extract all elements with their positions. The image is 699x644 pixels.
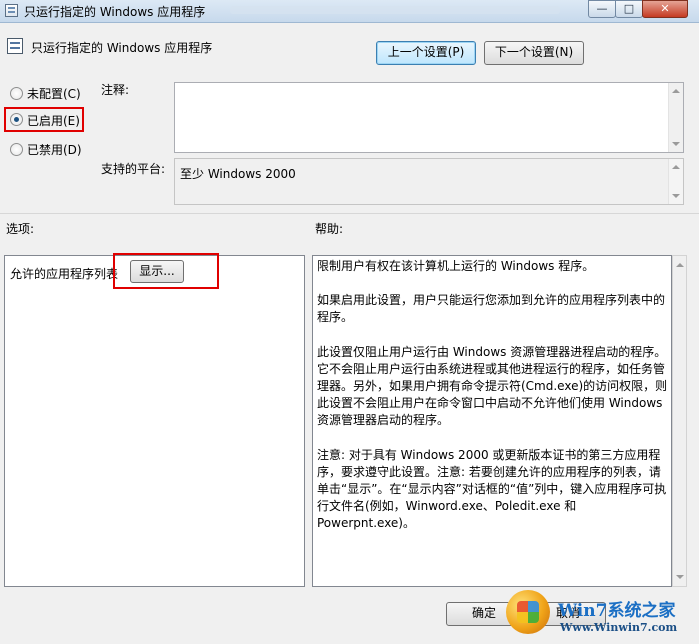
watermark-brand: Win7系统之家 bbox=[558, 601, 676, 621]
help-paragraph: 注意: 对于具有 Windows 2000 或更新版本证书的第三方应用程序，要求… bbox=[317, 447, 667, 531]
platform-scrollbar[interactable] bbox=[668, 159, 683, 204]
windows-logo-icon bbox=[506, 590, 550, 634]
comment-label: 注释: bbox=[101, 83, 130, 97]
next-setting-button[interactable]: 下一个设置(N) bbox=[484, 41, 584, 65]
scroll-down-arrow-icon[interactable] bbox=[672, 194, 680, 198]
scroll-up-arrow-icon[interactable] bbox=[672, 89, 680, 93]
watermark-site: Www.Winwin7.com bbox=[560, 621, 678, 634]
platform-label: 支持的平台: bbox=[101, 162, 166, 176]
scroll-up-arrow-icon[interactable] bbox=[676, 263, 684, 267]
help-paragraph: 如果启用此设置，用户只能运行您添加到允许的应用程序列表中的程序。 bbox=[317, 293, 666, 325]
radio-not-configured[interactable] bbox=[10, 87, 23, 100]
radio-disabled[interactable] bbox=[10, 143, 23, 156]
maximize-button[interactable]: □ bbox=[615, 0, 643, 18]
previous-setting-button[interactable]: 上一个设置(P) bbox=[376, 41, 476, 65]
comment-scrollbar[interactable] bbox=[668, 83, 683, 152]
help-text: 限制用户有权在该计算机上运行的 Windows 程序。 如果启用此设置，用户只能… bbox=[317, 258, 669, 550]
show-button[interactable]: 显示... bbox=[130, 260, 184, 283]
titlebar-background-blur bbox=[230, 6, 560, 14]
radio-enabled-label[interactable]: 已启用(E) bbox=[27, 112, 80, 129]
section-divider bbox=[0, 213, 699, 214]
options-panel bbox=[4, 255, 305, 587]
minimize-button[interactable]: — bbox=[588, 0, 616, 18]
radio-disabled-label[interactable]: 已禁用(D) bbox=[27, 141, 82, 158]
policy-name: 只运行指定的 Windows 应用程序 bbox=[31, 41, 213, 55]
platform-value: 至少 Windows 2000 bbox=[180, 167, 296, 181]
platform-field: 至少 Windows 2000 bbox=[174, 158, 684, 205]
site-watermark: Win7系统之家 Www.Winwin7.com bbox=[506, 590, 696, 638]
help-scrollbar[interactable] bbox=[672, 255, 687, 587]
help-section-label: 帮助: bbox=[315, 222, 344, 236]
scroll-down-arrow-icon[interactable] bbox=[676, 575, 684, 579]
help-paragraph: 限制用户有权在该计算机上运行的 Windows 程序。 bbox=[317, 259, 595, 273]
close-button[interactable]: ✕ bbox=[642, 0, 688, 18]
window-title: 只运行指定的 Windows 应用程序 bbox=[24, 5, 206, 19]
scroll-up-arrow-icon[interactable] bbox=[672, 165, 680, 169]
allowed-apps-label: 允许的应用程序列表 bbox=[10, 267, 119, 281]
help-paragraph: 此设置仅阻止用户运行由 Windows 资源管理器进程启动的程序。它不会阻止用户… bbox=[317, 344, 668, 428]
policy-app-icon bbox=[5, 4, 18, 17]
options-section-label: 选项: bbox=[6, 222, 35, 236]
radio-not-configured-label[interactable]: 未配置(C) bbox=[27, 85, 81, 102]
policy-setting-icon bbox=[7, 38, 23, 54]
comment-field[interactable] bbox=[174, 82, 684, 153]
scroll-down-arrow-icon[interactable] bbox=[672, 142, 680, 146]
radio-enabled[interactable] bbox=[10, 113, 23, 126]
